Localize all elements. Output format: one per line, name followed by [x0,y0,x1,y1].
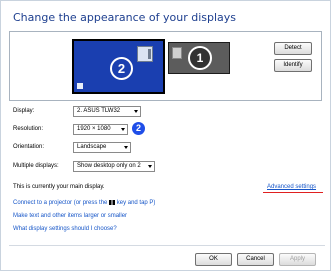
display-select-value: 2. ASUS TLW32 [77,108,121,114]
footer-divider [9,245,325,246]
chevron-down-icon [121,128,125,131]
resolution-select-value: 1920 × 1080 [77,126,111,132]
projector-link-suffix: key and tap P) [116,200,156,206]
monitor-corner-icon [77,83,83,89]
text-size-link[interactable]: Make text and other items larger or smal… [13,213,127,219]
monitor-thumbnail-icon [172,47,182,59]
multiple-displays-select[interactable]: Show desktop only on 2 [73,161,155,172]
detect-button[interactable]: Detect [274,42,312,55]
windows-logo-icon [109,200,116,205]
chevron-down-icon [148,165,152,168]
orientation-select-value: Landscape [77,144,107,150]
advanced-settings-link[interactable]: Advanced settings [267,184,316,190]
monitor-2-number: 2 [110,57,133,80]
identify-button[interactable]: Identify [274,59,312,72]
cancel-button[interactable]: Cancel [237,253,274,266]
projector-link-prefix: Connect to a projector (or press the [13,200,108,206]
display-label: Display: [13,108,35,114]
step-badge: 2 [132,122,145,135]
connect-projector-link[interactable]: Connect to a projector (or press the key… [13,200,155,206]
apply-button[interactable]: Apply [279,253,316,266]
monitor-1-number: 1 [188,46,212,70]
ok-button[interactable]: OK [195,253,232,266]
chevron-down-icon [134,110,138,113]
orientation-label: Orientation: [13,144,45,150]
chevron-down-icon [124,146,128,149]
monitor-2[interactable]: 2 [72,39,165,94]
display-arrangement-area[interactable]: 2 1 Detect Identify [9,31,322,101]
display-select[interactable]: 2. ASUS TLW32 [73,106,141,117]
display-settings-help-link[interactable]: What display settings should I choose? [13,226,117,232]
display-settings-window: Change the appearance of your displays 2… [0,0,331,271]
orientation-select[interactable]: Landscape [73,142,131,153]
resolution-select[interactable]: 1920 × 1080 [73,124,128,135]
highlight-underline [263,192,323,193]
monitor-thumbnail-icon [137,46,153,62]
monitor-1[interactable]: 1 [168,42,230,74]
multiple-displays-select-value: Show desktop only on 2 [77,163,141,169]
multiple-displays-label: Multiple displays: [13,163,59,169]
main-display-status: This is currently your main display. [13,184,105,190]
page-title: Change the appearance of your displays [13,11,237,24]
resolution-label: Resolution: [13,126,44,132]
